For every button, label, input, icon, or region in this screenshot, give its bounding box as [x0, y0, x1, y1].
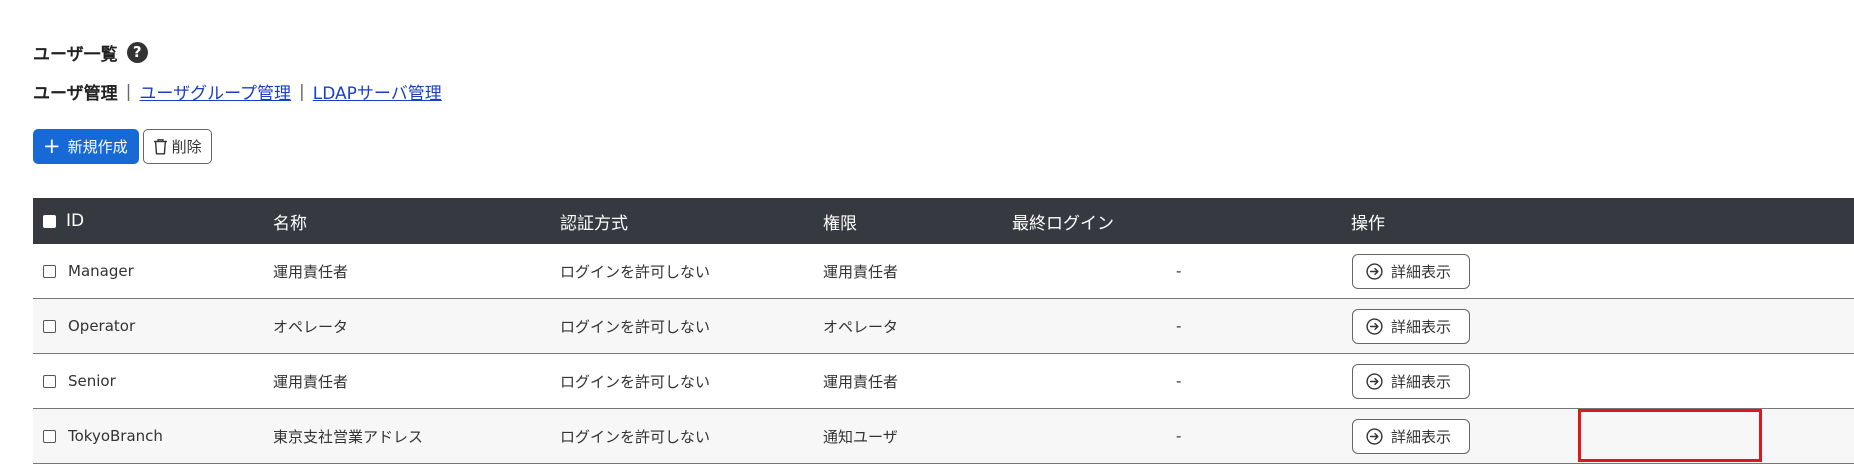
nav-link-ldap-server-management[interactable]: LDAPサーバ管理 [313, 79, 442, 104]
table-row: Operator オペレータ ログインを許可しない オペレータ - 詳細表示 [33, 299, 1854, 354]
table-row: Senior 運用責任者 ログインを許可しない 運用責任者 - 詳細表示 [33, 354, 1854, 409]
header-auth: 認証方式 [560, 213, 628, 234]
nav-separator: | [299, 81, 305, 102]
last-login: - [1176, 427, 1182, 445]
toolbar: + 新規作成 削除 [33, 129, 212, 164]
user-name: 運用責任者 [273, 372, 349, 391]
row-checkbox[interactable] [43, 264, 56, 278]
trash-icon [153, 138, 168, 155]
plus-icon: + [43, 134, 61, 158]
detail-view-label: 詳細表示 [1391, 372, 1452, 391]
nav-current-user-management: ユーザ管理 [33, 84, 118, 104]
row-checkbox[interactable] [43, 429, 56, 443]
id-cell: Senior [43, 354, 116, 408]
header-id: ID [66, 211, 85, 231]
header-actions: 操作 [1351, 213, 1385, 234]
header-last-login: 最終ログイン [1012, 213, 1114, 234]
user-name: 東京支社営業アドレス [273, 427, 424, 446]
detail-view-label: 詳細表示 [1391, 427, 1452, 446]
user-name: 運用責任者 [273, 262, 349, 281]
user-role: 通知ユーザ [823, 427, 898, 446]
last-login: - [1176, 372, 1182, 390]
last-login: - [1176, 262, 1182, 280]
arrow-right-circle-icon [1366, 372, 1383, 390]
header-role: 権限 [823, 213, 857, 234]
title-row: ユーザ一覧 ? [33, 40, 148, 65]
nav-link-user-group-management[interactable]: ユーザグループ管理 [139, 79, 291, 104]
id-cell: Operator [43, 299, 135, 353]
user-list-page: ユーザ一覧 ? ユーザ管理 | ユーザグループ管理 | LDAPサーバ管理 + … [0, 0, 1854, 470]
id-cell: Manager [43, 244, 134, 298]
new-create-label: 新規作成 [67, 138, 128, 156]
auth-method: ログインを許可しない [560, 427, 711, 446]
nav-separator: | [125, 81, 132, 102]
table-row: TokyoBranch 東京支社営業アドレス ログインを許可しない 通知ユーザ … [33, 409, 1854, 464]
user-role: 運用責任者 [823, 372, 899, 391]
detail-view-label: 詳細表示 [1391, 262, 1452, 281]
user-name: オペレータ [273, 317, 349, 336]
row-checkbox[interactable] [43, 374, 56, 388]
auth-method: ログインを許可しない [560, 262, 711, 281]
actions-cell: 詳細表示 [1352, 299, 1470, 353]
actions-cell: 詳細表示 [1352, 244, 1470, 298]
auth-method: ログインを許可しない [560, 317, 711, 336]
detail-view-button[interactable]: 詳細表示 [1352, 253, 1470, 289]
auth-method: ログインを許可しない [560, 372, 711, 391]
user-id: Senior [68, 372, 116, 390]
sub-nav: ユーザ管理 | ユーザグループ管理 | LDAPサーバ管理 [33, 79, 442, 105]
user-id: Operator [68, 317, 136, 335]
user-id: Manager [68, 262, 134, 280]
question-circle-icon[interactable]: ? [126, 42, 148, 63]
arrow-right-circle-icon [1366, 262, 1383, 280]
detail-view-label: 詳細表示 [1391, 317, 1452, 336]
header-id-cell: ID [43, 198, 84, 244]
user-role: オペレータ [823, 317, 899, 336]
user-role: 運用責任者 [823, 262, 899, 281]
table-header: ID 名称 認証方式 権限 最終ログイン 操作 [33, 198, 1854, 244]
detail-view-button[interactable]: 詳細表示 [1352, 308, 1470, 344]
user-id: TokyoBranch [68, 427, 163, 445]
page-title: ユーザ一覧 [33, 45, 118, 65]
arrow-right-circle-icon [1366, 427, 1383, 445]
header-name: 名称 [273, 213, 307, 234]
new-create-button[interactable]: + 新規作成 [33, 129, 139, 164]
delete-label: 削除 [171, 138, 202, 156]
actions-cell: 詳細表示 [1352, 354, 1470, 408]
table-row: Manager 運用責任者 ログインを許可しない 運用責任者 - 詳細表示 [33, 244, 1854, 299]
last-login: - [1176, 317, 1182, 335]
detail-view-button[interactable]: 詳細表示 [1352, 363, 1470, 399]
row-checkbox[interactable] [43, 319, 56, 333]
delete-button[interactable]: 削除 [142, 129, 212, 164]
select-all-checkbox[interactable] [43, 214, 56, 228]
actions-cell: 詳細表示 [1352, 409, 1470, 463]
id-cell: TokyoBranch [43, 409, 163, 463]
detail-view-button[interactable]: 詳細表示 [1352, 418, 1470, 454]
arrow-right-circle-icon [1366, 317, 1383, 335]
user-table: ID 名称 認証方式 権限 最終ログイン 操作 Manager 運用責任者 ログ… [33, 198, 1854, 464]
